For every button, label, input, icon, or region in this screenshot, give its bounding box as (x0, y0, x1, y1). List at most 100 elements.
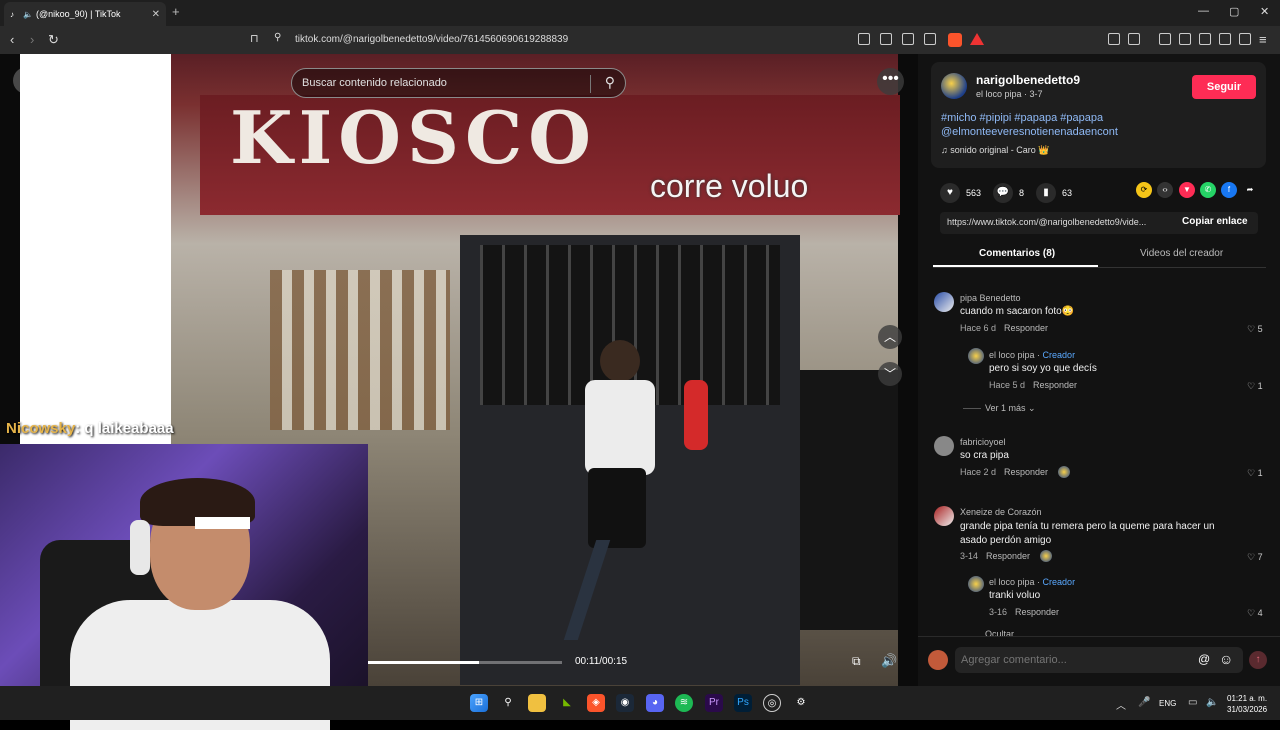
site-info-icon[interactable]: ⚲ (274, 32, 281, 43)
new-tab-button[interactable]: + (172, 4, 180, 19)
previous-video-button[interactable]: ︿ (878, 325, 902, 349)
search-icon[interactable]: ⚲ (605, 74, 615, 91)
volume-icon[interactable]: 🔊 (881, 653, 897, 669)
nvidia-icon[interactable]: ◣ (558, 694, 576, 712)
reply-like[interactable]: ♡ 4 (1247, 608, 1263, 619)
brave-icon[interactable]: ◈ (587, 694, 605, 712)
commenter-avatar[interactable] (934, 436, 954, 456)
reply-button[interactable]: Responder (1015, 607, 1059, 617)
tab-comments[interactable]: Comentarios (8) (979, 248, 1055, 259)
sidebar-icon[interactable] (1179, 33, 1191, 45)
back-icon[interactable]: ‹ (10, 32, 14, 47)
file-explorer-icon[interactable] (528, 694, 546, 712)
comment-like[interactable]: ♡ 1 (1247, 468, 1263, 479)
creator-avatar[interactable] (941, 73, 967, 99)
search-input[interactable]: Buscar contenido relacionado (302, 77, 447, 89)
my-avatar[interactable] (928, 650, 948, 670)
language-indicator[interactable]: ENG (1159, 699, 1176, 708)
whatsapp-icon[interactable]: ✆ (1200, 182, 1216, 198)
start-icon[interactable]: ⊞ (470, 694, 488, 712)
audio-icon[interactable]: 🔈 (23, 10, 33, 19)
commenter-avatar[interactable] (934, 506, 954, 526)
network-icon[interactable]: ▭ (1188, 697, 1197, 708)
video-hashtags[interactable]: #micho #pipipi #papapa #papapa @elmontee… (941, 111, 1241, 139)
reply-button[interactable]: Responder (1004, 323, 1048, 333)
url-text[interactable]: tiktok.com/@narigolbenedetto9/video/7614… (295, 34, 568, 45)
comment-username[interactable]: fabricioyoel (960, 437, 1006, 447)
next-video-button[interactable]: ﹀ (878, 362, 902, 386)
reply-button[interactable]: Responder (986, 551, 1030, 561)
volume-tray-icon[interactable]: 🔈 (1206, 697, 1218, 708)
wallet-icon[interactable] (1199, 33, 1211, 45)
clock[interactable]: 01:21 a. m. 31/03/2026 (1227, 693, 1267, 715)
microphone-icon[interactable]: 🎤 (1138, 697, 1150, 708)
facebook-icon[interactable]: f (1221, 182, 1237, 198)
minimize-button[interactable]: — (1198, 5, 1209, 17)
reply-button[interactable]: Responder (1004, 467, 1048, 477)
copy-link-button[interactable]: Copiar enlace (1182, 216, 1248, 227)
repost-icon[interactable]: ⟳ (1136, 182, 1152, 198)
restore-button[interactable]: ▢ (1229, 5, 1239, 18)
premiere-icon[interactable]: Pr (705, 694, 723, 712)
creator-username[interactable]: narigolbenedetto9 (976, 73, 1080, 87)
bookmark-icon[interactable]: ⊓ (250, 32, 259, 45)
share-arrow-icon[interactable]: ➦ (1242, 182, 1258, 198)
comment-icon[interactable]: 💬 (993, 183, 1013, 203)
sound-name[interactable]: sonido original - Caro 👑 (950, 145, 1049, 155)
extensions-icon[interactable] (1108, 33, 1120, 45)
reply-avatar[interactable] (968, 348, 984, 364)
video-link[interactable]: https://www.tiktok.com/@narigolbenedetto… (947, 217, 1169, 227)
spotify-icon[interactable]: ≋ (675, 694, 693, 712)
post-comment-button[interactable]: ↑ (1249, 651, 1267, 669)
emoji-icon[interactable]: ☺ (1219, 651, 1233, 667)
more-options-button[interactable]: ••• (877, 68, 904, 95)
save-stat[interactable]: ▮ 63 (1036, 183, 1072, 203)
hide-replies[interactable]: Ocultar (985, 629, 1014, 636)
forward-icon[interactable]: › (30, 32, 34, 47)
heart-outline-icon[interactable]: ♡ (1247, 552, 1258, 562)
share-page-icon[interactable] (924, 33, 936, 45)
cast-icon[interactable] (902, 33, 914, 45)
comment-username[interactable]: Xeneize de Corazón (960, 507, 1042, 517)
screenshot-icon[interactable] (1128, 33, 1140, 45)
like-stat[interactable]: ♥ 563 (940, 183, 981, 203)
heart-outline-icon[interactable]: ♡ (1247, 608, 1258, 618)
mute-site-icon[interactable] (858, 33, 870, 45)
photoshop-icon[interactable]: Ps (734, 694, 752, 712)
heart-outline-icon[interactable]: ♡ (1247, 324, 1258, 334)
browser-tab[interactable]: ♪ 🔈 (@nikoo_90) | TikTok ✕ (4, 2, 166, 26)
mention-icon[interactable]: @ (1198, 652, 1210, 666)
tray-chevron-icon[interactable]: ︿ (1116, 697, 1126, 712)
comment-like[interactable]: ♡ 7 (1247, 552, 1263, 563)
discord-icon[interactable]: ◕ (646, 694, 664, 712)
close-video-button[interactable]: ✕ (13, 67, 40, 94)
comment-username[interactable]: pipa Benedetto (960, 293, 1021, 303)
reply-button[interactable]: Responder (1033, 380, 1077, 390)
steam-icon[interactable]: ◉ (616, 694, 634, 712)
media-icon[interactable] (1159, 33, 1171, 45)
commenter-avatar[interactable] (934, 292, 954, 312)
brave-rewards-icon[interactable] (970, 33, 984, 45)
sound-info[interactable]: ♫ sonido original - Caro 👑 (941, 145, 1050, 156)
reply-like[interactable]: ♡ 1 (1247, 381, 1263, 392)
view-more-replies[interactable]: Ver 1 más ⌄ (985, 403, 1036, 414)
follow-button[interactable]: Seguir (1192, 75, 1256, 99)
reply-avatar[interactable] (968, 576, 984, 592)
reply-username[interactable]: el loco pipa · Creador (989, 350, 1075, 360)
bookmark-save-icon[interactable]: ▮ (1036, 183, 1056, 203)
comment-stat[interactable]: 💬 8 (993, 183, 1024, 203)
send-to-friend-icon[interactable]: ▼ (1179, 182, 1195, 198)
heart-outline-icon[interactable]: ♡ (1247, 468, 1258, 478)
vpn-icon[interactable] (1239, 33, 1251, 45)
pip-icon[interactable]: ⧉ (852, 654, 861, 669)
comment-like[interactable]: ♡ 5 (1247, 324, 1263, 335)
leo-ai-icon[interactable] (1219, 33, 1231, 45)
settings-gear-icon[interactable]: ⚙ (792, 694, 810, 712)
related-search-box[interactable]: Buscar contenido relacionado ⚲ (291, 68, 626, 98)
close-tab-icon[interactable]: ✕ (152, 9, 160, 20)
reload-icon[interactable]: ↻ (48, 32, 59, 48)
translate-icon[interactable] (880, 33, 892, 45)
brave-shields-icon[interactable] (948, 33, 962, 47)
reply-username[interactable]: el loco pipa · Creador (989, 577, 1075, 587)
embed-icon[interactable]: ‹› (1157, 182, 1173, 198)
